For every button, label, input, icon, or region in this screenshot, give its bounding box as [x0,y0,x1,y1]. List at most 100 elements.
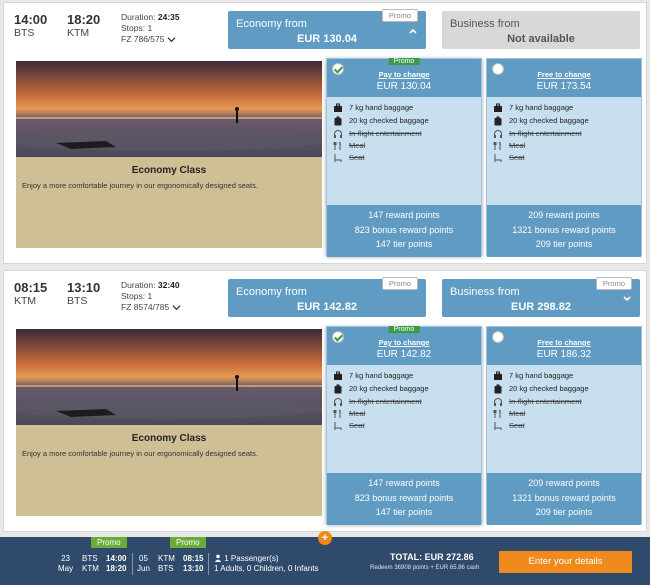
flight-header: 14:00 BTS 18:20 KTM Duration: 24:35 Stop… [4,3,646,55]
feature-checked-baggage: 20 kg checked baggage [493,115,589,127]
feature-entertainment: In-flight entertainment [333,396,422,408]
feature-checked-baggage: 20 kg checked baggage [493,383,589,395]
flight-row-outbound: 14:00 BTS 18:20 KTM Duration: 24:35 Stop… [3,2,647,264]
business-from-price: Not available [507,33,575,45]
feature-meal: Meal [493,140,525,152]
fare-card-pay-to-change[interactable]: Promo Pay to change EUR 142.82 7 kg hand… [326,326,482,525]
beach-sunset-image [16,329,322,425]
promo-badge: Promo [595,277,632,290]
promo-badge: Promo [381,9,418,22]
reward-points: 147 reward points 823 bonus reward point… [327,473,481,525]
change-policy-link[interactable]: Pay to change [327,338,481,347]
business-from-label: Business from [450,18,520,30]
hand-baggage-icon [334,371,342,381]
promo-tag: Promo [91,537,127,548]
meal-icon [493,409,501,419]
feature-seat: Seat [493,152,524,164]
feature-hand-baggage: 7 kg hand baggage [493,102,573,114]
economy-from-label: Economy from [236,286,307,298]
class-description: Enjoy a more comfortable journey in our … [22,181,258,190]
flight-header: 08:15 KTM 13:10 BTS Duration: 32:40 Stop… [4,271,646,323]
fare-price: EUR 142.82 [376,349,432,360]
flight-details[interactable]: Duration: 32:40 Stops: 1 FZ 8574/785 [121,280,181,313]
arrival-time: 13:10 [67,280,101,295]
business-from-price: EUR 298.82 [511,301,571,313]
feature-seat: Seat [333,420,364,432]
headphones-icon [494,130,502,139]
change-policy-link[interactable]: Free to change [487,70,641,79]
fare-card-free-to-change[interactable]: Free to change EUR 186.32 7 kg hand bagg… [486,326,642,525]
leg1-times: 14:00 18:20 [106,554,127,573]
change-policy-link[interactable]: Pay to change [327,70,481,79]
feature-seat: Seat [493,420,524,432]
feature-checked-baggage: 20 kg checked baggage [333,383,429,395]
feature-hand-baggage: 7 kg hand baggage [333,370,413,382]
departure-airport: KTM [14,295,37,307]
seat-icon [494,422,502,431]
hand-baggage-icon [494,371,502,381]
economy-fare-toggle[interactable]: Economy from Promo EUR 130.04 [228,9,426,49]
change-policy-link[interactable]: Free to change [487,338,641,347]
meal-icon [333,141,341,151]
economy-from-price: EUR 130.04 [297,33,357,45]
arrival-time: 18:20 [67,12,101,27]
feature-entertainment: In-flight entertainment [333,128,422,140]
economy-from-label: Economy from [236,18,307,30]
flight-selection-page: 14:00 BTS 18:20 KTM Duration: 24:35 Stop… [0,0,650,585]
reward-points: 209 reward points 1321 bonus reward poin… [487,205,641,257]
checked-baggage-icon [494,384,502,394]
arrival-airport: KTM [67,27,90,39]
fare-card-free-to-change[interactable]: Free to change EUR 173.54 7 kg hand bagg… [486,58,642,257]
leg1-route: BTS KTM [82,554,99,573]
fare-card-pay-to-change[interactable]: Promo Pay to change EUR 130.04 7 kg hand… [326,58,482,257]
class-title: Economy Class [131,433,207,444]
class-description: Enjoy a more comfortable journey in our … [22,449,258,458]
reward-points: 209 reward points 1321 bonus reward poin… [487,473,641,525]
economy-from-price: EUR 142.82 [297,301,357,313]
feature-seat: Seat [333,152,364,164]
stops: Stops: 1 [121,23,153,33]
meal-icon [493,141,501,151]
hand-baggage-icon [334,103,342,113]
fare-price: EUR 186.32 [536,349,592,360]
redeem-info: Redeem 36908 points + EUR 65.86 cash [370,565,480,571]
feature-meal: Meal [333,408,365,420]
flight-number: FZ 8574/785 [121,302,170,312]
departure-time: 08:15 [14,280,48,295]
departure-airport: BTS [14,27,35,39]
feature-meal: Meal [493,408,525,420]
feature-entertainment: In-flight entertainment [493,396,582,408]
economy-fare-toggle[interactable]: Economy from Promo EUR 142.82 [228,277,426,317]
departure-time: 14:00 [14,12,48,27]
chevron-down-icon[interactable] [172,303,181,312]
class-title: Economy Class [131,165,207,176]
promo-tag: Promo [388,326,420,333]
promo-tag: Promo [170,537,206,548]
checked-baggage-icon [334,384,342,394]
feature-meal: Meal [333,140,365,152]
leg2-times: 08:15 13:10 [183,554,204,573]
economy-class-panel: Economy Class Enjoy a more comfortable j… [16,329,322,516]
leg2-route: KTM BTS [158,554,175,573]
headphones-icon [334,130,342,139]
checked-baggage-icon [494,116,502,126]
hand-baggage-icon [494,103,502,113]
reward-points: 147 reward points 823 bonus reward point… [327,205,481,257]
total-price: TOTAL: EUR 272.86 [390,552,474,562]
feature-checked-baggage: 20 kg checked baggage [333,115,429,127]
duration: 32:40 [157,280,180,290]
expand-summary-icon[interactable]: + [318,531,332,545]
business-fare-toggle[interactable]: Business from Promo EUR 298.82 [442,277,640,317]
feature-entertainment: In-flight entertainment [493,128,582,140]
leg2-date: 05 Jun [137,554,150,573]
business-fare-toggle: Business from Not available [442,11,640,49]
person-icon [214,554,222,562]
arrival-airport: BTS [67,295,88,307]
passenger-summary: 1 Passenger(s) 1 Adults, 0 Children, 0 I… [214,554,319,573]
enter-details-button[interactable]: Enter your details [499,551,632,573]
duration: 24:35 [157,12,180,22]
headphones-icon [334,398,342,407]
flight-details[interactable]: Duration: 24:35 Stops: 1 FZ 786/575 [121,12,180,45]
chevron-down-icon[interactable] [167,35,176,44]
promo-tag: Promo [388,58,420,65]
